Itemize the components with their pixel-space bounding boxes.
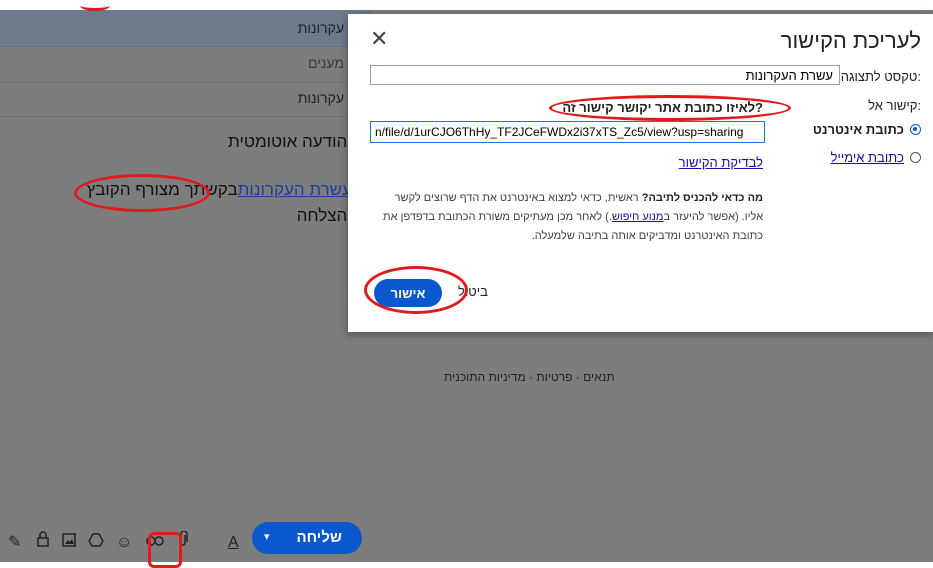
radio-checked-icon[interactable]: [910, 124, 921, 135]
link-to-label: קישור אל:: [868, 98, 921, 113]
compose-toolbar: ✎ ☺ A ▾ שליחה: [0, 522, 372, 562]
subject-field[interactable]: עקרונות: [298, 90, 344, 106]
ok-button[interactable]: אישור: [374, 279, 442, 307]
body-line-1: הודעה אוטומטית.: [228, 132, 352, 151]
display-text-label: טקסט לתצוגה:: [840, 69, 921, 84]
body-link[interactable]: עשרת העקרונות: [238, 180, 352, 199]
search-engine-link[interactable]: מנוע חיפוש: [612, 211, 664, 223]
divider: [0, 82, 372, 83]
url-question: לאיזו כתובת אתר יקושר קישור זה?: [562, 100, 763, 115]
send-options-icon[interactable]: ▾: [264, 530, 270, 543]
drive-icon[interactable]: [88, 533, 104, 552]
help-heading: מה כדאי להכניס לתיבה?: [641, 192, 763, 204]
send-label: שליחה: [296, 529, 342, 546]
link-icon[interactable]: [146, 534, 164, 552]
emoji-icon[interactable]: ☺: [116, 534, 132, 552]
edit-link-dialog: לעריכת הקישור ✕ טקסט לתצוגה: קישור אל: כ…: [348, 14, 933, 332]
divider: [0, 116, 372, 117]
pen-icon[interactable]: ✎: [8, 532, 21, 552]
dialog-title: לעריכת הקישור: [780, 28, 921, 53]
format-text-icon[interactable]: A: [228, 534, 239, 552]
help-text: מה כדאי להכניס לתיבה? ראשית, כדאי למצוא …: [371, 189, 763, 246]
divider: [0, 46, 372, 47]
body-line-2: עשרת העקרונותבקשתך מצורף הקובץ: [87, 180, 352, 200]
footer-links[interactable]: תנאים · פרטיות · מדיניות התוכנית: [444, 370, 615, 384]
test-link[interactable]: לבדיקת הקישור: [679, 155, 763, 170]
body-line-2-prefix: בקשתך מצורף הקובץ: [86, 180, 238, 199]
radio-unchecked-icon[interactable]: [910, 152, 921, 163]
recipients-field[interactable]: מענים: [308, 55, 344, 71]
send-button[interactable]: ▾ שליחה: [252, 522, 362, 554]
image-icon[interactable]: [62, 533, 76, 552]
cancel-button[interactable]: ביטול: [458, 284, 488, 299]
display-text-input[interactable]: [370, 65, 840, 85]
option-email-address[interactable]: כתובת אימייל: [831, 150, 921, 165]
option-web-address[interactable]: כתובת אינטרנט: [813, 122, 921, 137]
body-line-3: הצלחה!: [296, 206, 352, 225]
option-web-label: כתובת אינטרנט: [812, 122, 904, 137]
option-email-label: כתובת אימייל: [830, 150, 904, 165]
attach-icon[interactable]: [178, 530, 188, 552]
url-input[interactable]: [370, 121, 765, 143]
lock-icon[interactable]: [36, 531, 50, 552]
compose-title: עקרונות: [297, 20, 344, 36]
compose-window: עקרונות מענים עקרונות הודעה אוטומטית. עש…: [0, 10, 372, 562]
close-icon[interactable]: ✕: [370, 26, 388, 52]
